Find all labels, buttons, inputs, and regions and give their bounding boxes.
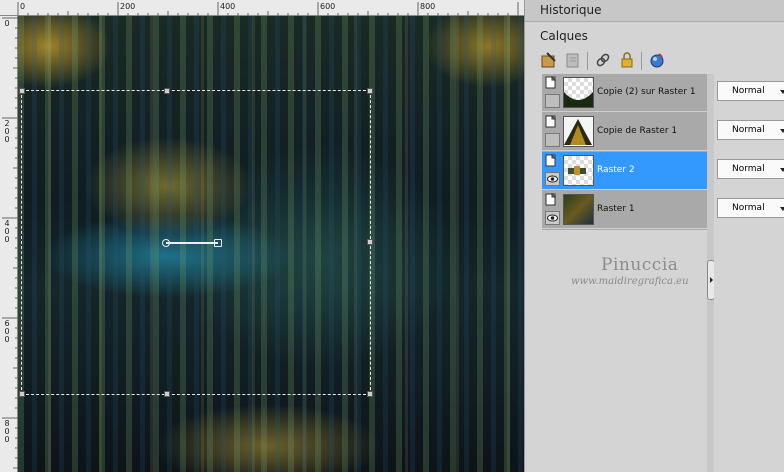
toolbar-divider [587, 52, 588, 70]
layer-thumbnail [563, 155, 594, 186]
ruler-left-label-800: 8 0 0 [4, 419, 10, 444]
ruler-top-label-800: 800 [420, 2, 436, 11]
layer-thumbnail [563, 116, 594, 147]
rotation-handle-knob[interactable] [214, 239, 222, 247]
layer-visibility-toggle[interactable] [545, 75, 560, 91]
new-raster-layer-icon[interactable] [539, 50, 559, 70]
new-mask-icon[interactable] [563, 50, 583, 70]
layer-name: Copie de Raster 1 [597, 126, 678, 136]
layer-name: Raster 2 [597, 165, 635, 175]
handle-top-left[interactable] [19, 88, 25, 94]
chevron-down-icon [780, 207, 784, 211]
layer-visibility-toggle[interactable] [545, 153, 560, 169]
blend-mode-value: Normal [732, 164, 765, 174]
blend-mode-value: Normal [732, 86, 765, 96]
layer-row-copie-2-sur-raster-1[interactable]: Copie (2) sur Raster 1 [542, 74, 710, 112]
ruler-top-label-0: 0 [20, 2, 26, 11]
ruler-left-label-400: 4 0 0 [4, 219, 10, 244]
blend-mode-value: Normal [732, 203, 765, 213]
ruler-left-label-600: 6 0 0 [4, 319, 10, 344]
toolbar-divider-2 [641, 52, 642, 70]
layer-properties-icon[interactable] [647, 50, 667, 70]
ruler-ticks-top [17, 2, 519, 16]
layer-visibility-slot[interactable] [545, 94, 560, 108]
layer-thumbnail [563, 77, 594, 108]
handle-bottom-right[interactable] [367, 391, 373, 397]
blend-mode-select[interactable]: Normal [717, 120, 784, 140]
layer-visibility-slot[interactable] [545, 133, 560, 147]
watermark-name: Pinuccia [601, 255, 679, 275]
rotation-handle-bar[interactable] [166, 242, 218, 244]
handle-bottom-center[interactable] [164, 391, 170, 397]
lock-icon[interactable] [617, 50, 637, 70]
history-palette-header[interactable]: Historique [525, 0, 784, 22]
vertical-ruler: 0 2 0 0 4 0 0 6 0 0 8 0 0 [0, 16, 18, 472]
blend-mode-value: Normal [732, 125, 765, 135]
eye-icon[interactable] [545, 172, 560, 186]
layer-name: Copie (2) sur Raster 1 [597, 87, 696, 97]
chevron-down-icon [780, 168, 784, 172]
handle-top-right[interactable] [367, 88, 373, 94]
side-panel: Historique Calques Copie (2) sur Raster … [524, 0, 784, 472]
layers-list: Copie (2) sur Raster 1 Copie de Raster 1… [542, 74, 710, 230]
eye-icon[interactable] [545, 211, 560, 225]
layer-row-raster-2[interactable]: Raster 2 [542, 152, 710, 190]
history-title: Historique [540, 3, 602, 17]
layer-name: Raster 1 [597, 204, 635, 214]
layer-visibility-toggle[interactable] [545, 114, 560, 130]
link-icon[interactable] [593, 50, 613, 70]
blend-mode-select[interactable]: Normal [717, 159, 784, 179]
chevron-down-icon [780, 129, 784, 133]
layer-thumbnail [563, 194, 594, 225]
horizontal-ruler: 0 200 400 600 800 [0, 0, 524, 16]
layer-row-copie-de-raster-1[interactable]: Copie de Raster 1 [542, 113, 710, 151]
chevron-down-icon [780, 90, 784, 94]
watermark-url: www.maidiregrafica.eu [571, 276, 689, 287]
ruler-left-label-200: 2 0 0 [4, 119, 10, 144]
ruler-top-label-600: 600 [320, 2, 336, 11]
ruler-ticks-left [2, 17, 18, 469]
layers-palette-title: Calques [540, 29, 588, 43]
layer-visibility-toggle[interactable] [545, 192, 560, 208]
ruler-left-label-0: 0 [4, 19, 10, 28]
ruler-top-label-200: 200 [120, 2, 136, 11]
rotation-pivot-knob[interactable] [162, 239, 170, 247]
image-canvas[interactable] [18, 16, 524, 472]
handle-bottom-left[interactable] [19, 391, 25, 397]
handle-middle-right[interactable] [367, 239, 373, 245]
ruler-top-label-400: 400 [220, 2, 236, 11]
blend-mode-column: Normal Normal Normal Normal [714, 74, 784, 472]
blend-mode-select[interactable]: Normal [717, 81, 784, 101]
blend-mode-select[interactable]: Normal [717, 198, 784, 218]
handle-top-center[interactable] [164, 88, 170, 94]
layer-row-raster-1[interactable]: Raster 1 [542, 191, 710, 229]
